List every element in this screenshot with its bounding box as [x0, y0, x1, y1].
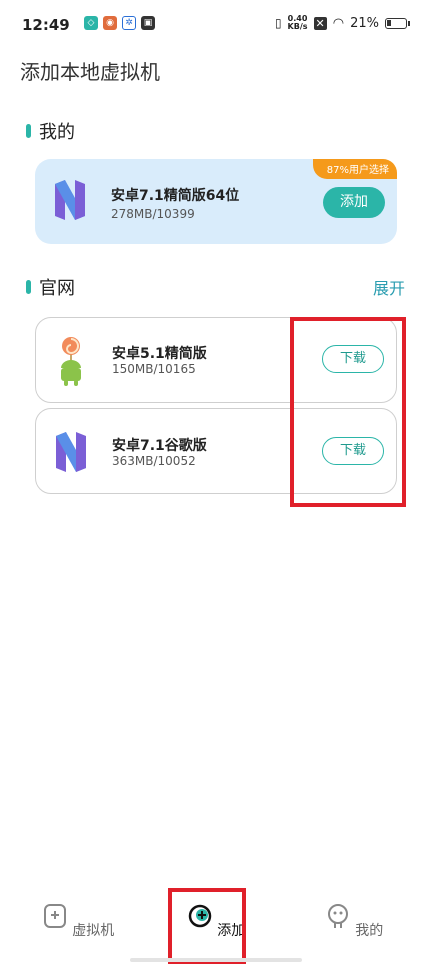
battery-tip [408, 20, 410, 26]
system-status: ▯ 0.40 KB/s ✕ ◠ 21% [275, 15, 410, 31]
nav-profile[interactable]: 我的 [314, 903, 394, 940]
section-marker [26, 124, 31, 138]
android-lollipop-icon [61, 337, 81, 386]
status-bar: 12:49 ◇ ◉ ✲ ▣ ▯ 0.40 KB/s ✕ ◠ 21% [0, 0, 432, 50]
status-time: 12:49 [22, 16, 70, 34]
android-nougat-icon [55, 180, 85, 220]
vibrate-icon: ▯ [274, 16, 282, 30]
battery-icon [385, 17, 407, 29]
no-sim-icon: ✕ [313, 16, 327, 30]
expand-link[interactable]: 展开 [373, 275, 405, 299]
notification-icons: ◇ ◉ ✲ ▣ [84, 16, 155, 30]
app-notification-icon: ◇ [84, 16, 98, 30]
home-indicator[interactable] [130, 958, 302, 962]
game-notification-icon: ◉ [103, 16, 117, 30]
page-title: 添加本地虚拟机 [20, 60, 160, 84]
vm-name: 安卓7.1精简版64位 [111, 188, 240, 204]
nav-label: 我的 [355, 923, 384, 939]
vm-name: 安卓5.1精简版 [112, 346, 207, 362]
settings-notification-icon: ✲ [122, 16, 136, 30]
add-button[interactable]: 添加 [323, 187, 385, 218]
network-speed: 0.40 KB/s [288, 15, 308, 31]
featured-vm-card[interactable]: 87%用户选择 安卓7.1精简版64位 278MB/10399 添加 [35, 159, 397, 244]
section-official-header: 官网 [26, 274, 75, 300]
battery-percent: 21% [350, 15, 379, 31]
nav-virtual-machine[interactable]: 虚拟机 [38, 903, 118, 940]
vm-meta: 278MB/10399 [111, 207, 195, 221]
download-highlight-box [290, 317, 406, 507]
section-official-title: 官网 [39, 278, 75, 299]
section-marker [26, 280, 31, 294]
vm-meta: 363MB/10052 [112, 454, 196, 468]
android-nougat-icon [56, 432, 86, 472]
section-mine-title: 我的 [39, 122, 75, 143]
message-notification-icon: ▣ [141, 16, 155, 30]
popularity-badge: 87%用户选择 [312, 159, 397, 179]
virtual-machine-icon [43, 904, 66, 928]
vm-meta: 150MB/10165 [112, 362, 196, 376]
net-speed-unit: KB/s [287, 22, 308, 31]
profile-icon [327, 904, 348, 928]
wifi-icon: ◠ [332, 15, 345, 31]
vm-name: 安卓7.1谷歌版 [112, 438, 207, 454]
section-mine-header: 我的 [26, 118, 75, 144]
nav-label: 虚拟机 [72, 923, 115, 939]
add-tab-highlight-box [168, 888, 246, 964]
